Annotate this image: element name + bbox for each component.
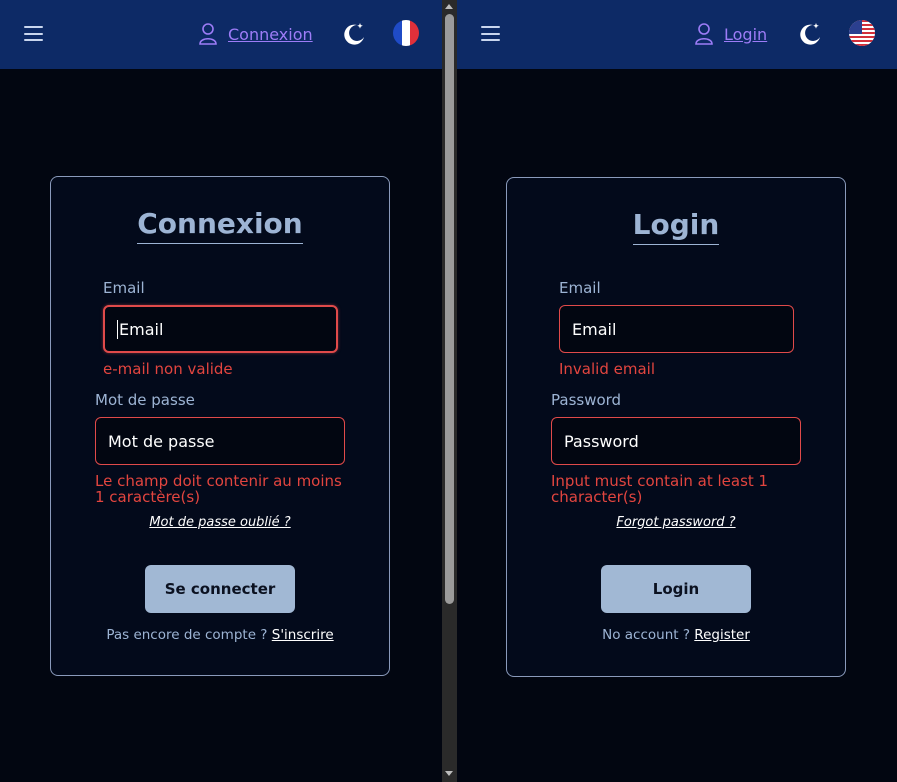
login-card: Login Email Email Invalid email Password… [506,177,846,677]
email-label: Email [103,279,145,297]
password-label: Mot de passe [95,391,195,409]
email-input[interactable]: Email [559,305,794,353]
card-title: Login [507,208,845,245]
top-navbar: Connexion [0,0,442,69]
scroll-thumb[interactable] [445,14,454,604]
nav-login-label: Login [724,24,768,44]
email-label: Email [559,279,601,297]
vertical-scrollbar[interactable] [442,0,457,782]
register-link[interactable]: S'inscrire [272,627,334,643]
submit-button[interactable]: Login [601,565,751,613]
hamburger-menu-icon[interactable] [24,26,43,41]
user-icon [198,21,220,47]
login-pane-french: Connexion Connexion Email Email e-mail n… [0,0,442,782]
forgot-password-link[interactable]: Forgot password ? [507,515,845,530]
no-account-text: Pas encore de compte ? [106,627,268,643]
register-prompt: No account ? Register [507,627,845,643]
nav-login-link[interactable]: Connexion [198,21,313,47]
email-input[interactable]: Email [103,305,338,353]
usa-flag-icon[interactable] [849,20,875,46]
hamburger-menu-icon[interactable] [481,26,500,41]
password-error: Le champ doit contenir au moins 1 caract… [95,472,342,506]
no-account-text: No account ? [602,627,690,643]
nav-login-label: Connexion [228,24,313,44]
submit-button[interactable]: Se connecter [145,565,295,613]
scroll-up-arrow-icon[interactable] [445,4,453,9]
login-card: Connexion Email Email e-mail non valide … [50,176,390,676]
forgot-password-link[interactable]: Mot de passe oublié ? [51,515,389,530]
top-navbar: Login [457,0,897,69]
france-flag-icon[interactable] [393,20,419,46]
card-title: Connexion [51,207,389,244]
password-input[interactable]: Password [551,417,801,465]
email-error: e-mail non valide [103,360,233,378]
login-pane-english: Login Login Email Email Invalid email Pa… [457,0,897,782]
register-prompt: Pas encore de compte ? S'inscrire [51,627,389,643]
password-error: Input must contain at least 1 character(… [551,472,769,506]
scroll-down-arrow-icon[interactable] [445,771,453,776]
moon-icon[interactable] [796,20,824,48]
moon-icon[interactable] [340,20,368,48]
nav-login-link[interactable]: Login [694,21,767,47]
register-link[interactable]: Register [694,627,750,643]
email-error: Invalid email [559,360,655,378]
password-label: Password [551,391,622,409]
password-input[interactable]: Mot de passe [95,417,345,465]
user-icon [694,21,716,47]
